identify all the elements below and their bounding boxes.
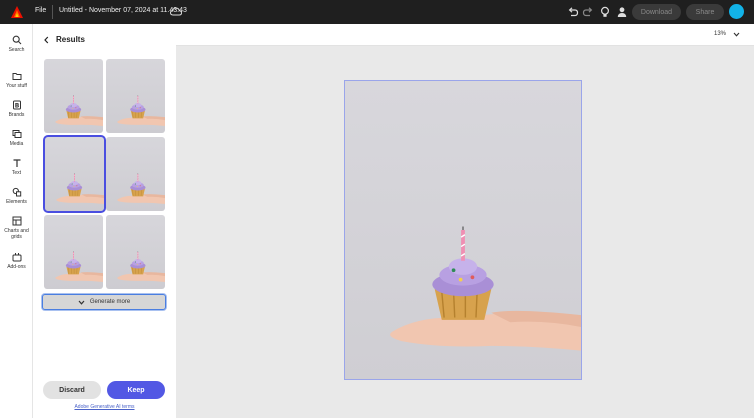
zoom-level: 13% xyxy=(713,31,726,37)
rail-item-text[interactable]: Text xyxy=(0,158,33,176)
grid-icon xyxy=(12,216,21,226)
rail-item-search[interactable]: Search xyxy=(0,35,33,53)
result-thumbnail-2[interactable] xyxy=(106,59,165,133)
redo-icon[interactable] xyxy=(581,5,595,19)
back-chevron-icon[interactable] xyxy=(43,36,50,44)
divider xyxy=(52,5,53,19)
rail-item-elements[interactable]: Elements xyxy=(0,187,33,205)
generative-ai-terms-link[interactable]: Adobe Generative AI terms xyxy=(33,404,176,410)
download-button[interactable]: Download xyxy=(632,4,681,20)
brand-icon: B xyxy=(12,100,21,110)
rail-item-your-stuff[interactable]: Your stuff xyxy=(0,71,33,89)
adobe-express-logo-icon[interactable] xyxy=(10,5,24,19)
chevron-down-icon xyxy=(733,32,740,37)
generate-more-label: Generate more xyxy=(89,299,131,305)
panel-title: Results xyxy=(56,35,85,44)
text-icon xyxy=(13,159,20,167)
rail-item-add-ons[interactable]: Add-ons xyxy=(0,252,33,270)
rail-item-charts-and-grids[interactable]: Charts and grids xyxy=(0,216,33,240)
cupcake-illustration xyxy=(117,95,165,126)
cupcake-illustration xyxy=(117,173,165,204)
document-title[interactable]: Untitled - November 07, 2024 at 11.43.43 xyxy=(59,7,187,14)
panel-header: Results xyxy=(43,35,85,44)
rail-label: Text xyxy=(11,170,22,176)
rail-label: Your stuff xyxy=(6,83,27,89)
top-bar: File Untitled - November 07, 2024 at 11.… xyxy=(0,0,754,24)
cupcake-illustration xyxy=(55,95,103,126)
result-thumbnail-6[interactable] xyxy=(106,215,165,289)
rail-item-media[interactable]: Media xyxy=(0,129,33,147)
rail-label: Search xyxy=(8,47,25,53)
cupcake-illustration xyxy=(56,173,104,204)
lightbulb-icon[interactable] xyxy=(598,5,612,19)
result-thumbnail-5[interactable] xyxy=(44,215,103,289)
zoom-control[interactable]: 13% xyxy=(714,31,740,37)
rail-item-brands[interactable]: B Brands xyxy=(0,100,33,118)
rail-label: Elements xyxy=(6,199,27,205)
artboard-image[interactable] xyxy=(344,80,582,380)
cloud-sync-icon[interactable] xyxy=(169,5,183,19)
file-menu[interactable]: File xyxy=(35,7,46,14)
shapes-icon xyxy=(12,187,21,197)
results-panel: Results Generate more Discard Keep Adobe… xyxy=(33,24,176,418)
search-icon xyxy=(12,35,21,45)
left-rail: Search Your stuff B Brands Media Text El… xyxy=(0,24,33,418)
folder-icon xyxy=(12,73,21,80)
result-thumbnail-3[interactable] xyxy=(43,135,106,213)
discard-button[interactable]: Discard xyxy=(43,381,101,399)
canvas-toolbar: 13% xyxy=(176,24,754,46)
rail-label: Add-ons xyxy=(7,264,26,270)
keep-button[interactable]: Keep xyxy=(107,381,165,399)
rail-label: Brands xyxy=(8,112,25,118)
media-icon xyxy=(12,130,21,138)
undo-icon[interactable] xyxy=(566,5,580,19)
avatar[interactable] xyxy=(729,4,744,19)
cupcake-illustration xyxy=(117,251,165,282)
cupcake-illustration xyxy=(390,226,581,351)
share-button[interactable]: Share xyxy=(686,4,724,20)
addons-icon xyxy=(12,253,21,262)
rail-label: Charts and grids xyxy=(4,228,29,240)
result-thumbnail-4[interactable] xyxy=(106,137,165,211)
user-icon[interactable] xyxy=(615,5,629,19)
result-thumbnail-1[interactable] xyxy=(44,59,103,133)
chevron-down-icon xyxy=(78,300,85,305)
svg-text:B: B xyxy=(14,103,19,110)
cupcake-illustration xyxy=(55,251,103,282)
generate-more-button[interactable]: Generate more xyxy=(42,294,166,310)
rail-label: Media xyxy=(9,141,24,147)
